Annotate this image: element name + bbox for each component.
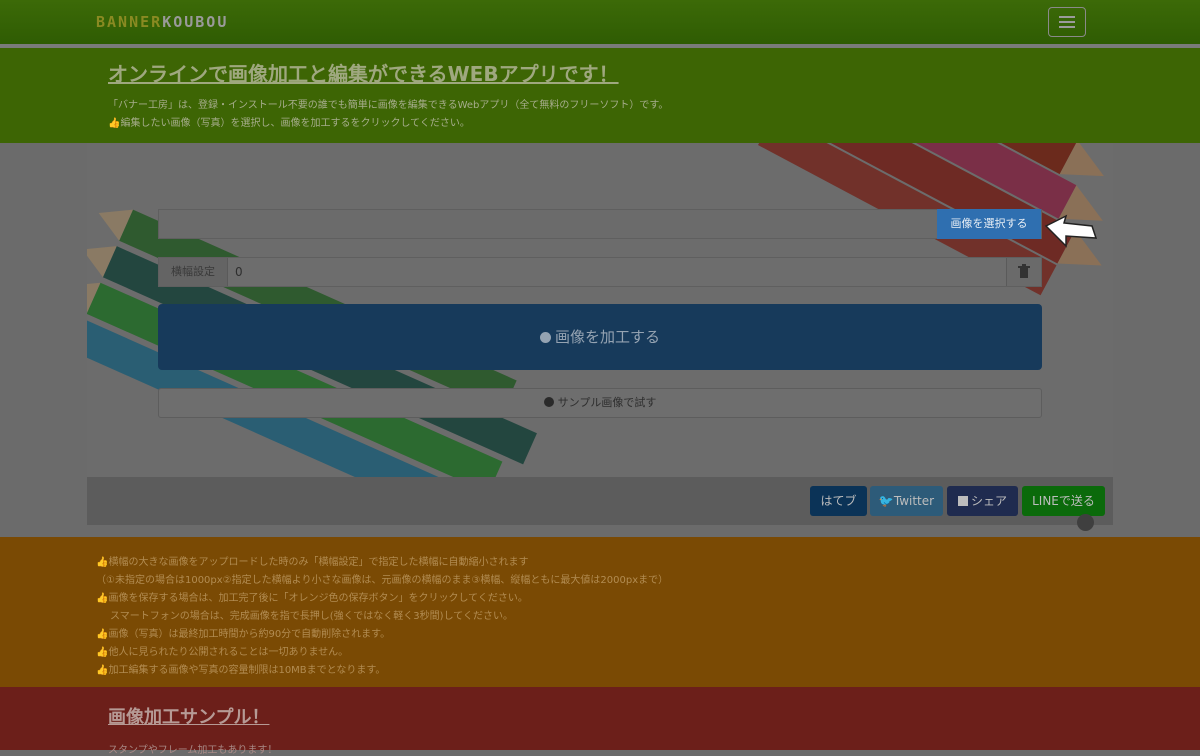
- notes-section: 👍横幅の大きな画像をアップロードした時のみ「横幅設定」で指定した横幅に自動縮小さ…: [0, 537, 1200, 687]
- thumbs-up-icon: 👍: [96, 647, 109, 658]
- clear-width-button[interactable]: [1006, 258, 1041, 286]
- note-item: 👍画像を保存する場合は、加工完了後に「オレンジ色の保存ボタン」をクリックしてくだ…: [96, 593, 528, 604]
- note-item: 👍加工編集する画像や写真の容量制限は10MBまでとなります。: [96, 665, 386, 676]
- note-item: 👍画像（写真）は最終加工時間から約90分で自動削除されます。: [96, 629, 391, 640]
- trash-icon: [1018, 264, 1030, 278]
- menu-toggle-button[interactable]: [1048, 7, 1086, 37]
- hamburger-icon: [1059, 21, 1075, 23]
- hero-section: オンラインで画像加工と編集ができるWEBアプリです！ 「バナー工房」は、登録・イ…: [0, 48, 1200, 143]
- twitter-icon: 🐦: [878, 494, 894, 508]
- pointer-hand-icon: [1044, 214, 1098, 248]
- note-item: 👍他人に見られたり公開されることは一切ありません。: [96, 647, 349, 658]
- thumbs-up-icon: 👍: [108, 118, 121, 129]
- width-setting-label: 横幅設定: [159, 258, 228, 286]
- width-input[interactable]: [235, 258, 995, 286]
- try-sample-button[interactable]: サンプル画像で試す: [158, 388, 1042, 418]
- page-title: オンラインで画像加工と編集ができるWEBアプリです！: [108, 62, 619, 86]
- samples-title: 画像加工サンプル！: [108, 707, 270, 728]
- samples-subtitle: スタンプやフレーム加工もあります！: [108, 745, 278, 756]
- note-item: 👍横幅の大きな画像をアップロードした時のみ「横幅設定」で指定した横幅に自動縮小さ…: [96, 557, 529, 568]
- file-input-group[interactable]: 画像を選択する: [158, 209, 1042, 239]
- thumbs-up-icon: 👍: [96, 629, 109, 640]
- hero-instruction: 👍編集したい画像（写真）を選択し、画像を加工するをクリックしてください。: [108, 118, 470, 129]
- facebook-icon: [957, 496, 968, 506]
- hatena-bookmark-button[interactable]: はてブ: [810, 486, 867, 516]
- hero-description: 「バナー工房」は、登録・インストール不要の誰でも簡単に画像を編集できるWebアプ…: [108, 100, 669, 111]
- thumbs-up-icon: 👍: [96, 557, 109, 568]
- arrow-circle-right-icon: [539, 332, 551, 343]
- upload-panel: 画像を選択する 横幅設定 画像を加工する サンプル画像で試す: [87, 143, 1113, 525]
- hamburger-icon: [1059, 16, 1075, 18]
- navbar: BANNERKOUBOU: [0, 0, 1200, 44]
- twitter-share-button[interactable]: 🐦Twitter: [870, 486, 943, 516]
- note-item: スマートフォンの場合は、完成画像を指で長押し(強くではなく軽く3秒間)してくださ…: [110, 611, 513, 622]
- try-sample-label: サンプル画像で試す: [557, 396, 657, 409]
- hamburger-icon: [1059, 26, 1075, 28]
- width-setting-group: 横幅設定: [158, 257, 1042, 287]
- facebook-share-button[interactable]: シェア: [947, 486, 1018, 516]
- thumbs-up-icon: 👍: [96, 593, 109, 604]
- note-item: （①未指定の場合は1000px②指定した横幅より小さな画像は、元画像の横幅のまま…: [96, 575, 669, 586]
- arrow-circle-right-icon: [543, 397, 554, 407]
- process-image-button[interactable]: 画像を加工する: [158, 304, 1042, 370]
- samples-section: 画像加工サンプル！ スタンプやフレーム加工もあります！: [0, 687, 1200, 756]
- line-share-button[interactable]: LINEで送る: [1022, 486, 1105, 516]
- brand-part1: BANNER: [96, 13, 163, 31]
- scroll-top-button[interactable]: [1077, 514, 1094, 531]
- process-image-label: 画像を加工する: [554, 328, 660, 346]
- thumbs-up-icon: 👍: [96, 665, 109, 676]
- select-image-button[interactable]: 画像を選択する: [937, 209, 1041, 239]
- brand-logo[interactable]: BANNERKOUBOU: [96, 13, 228, 31]
- brand-part2: KOUBOU: [162, 13, 229, 31]
